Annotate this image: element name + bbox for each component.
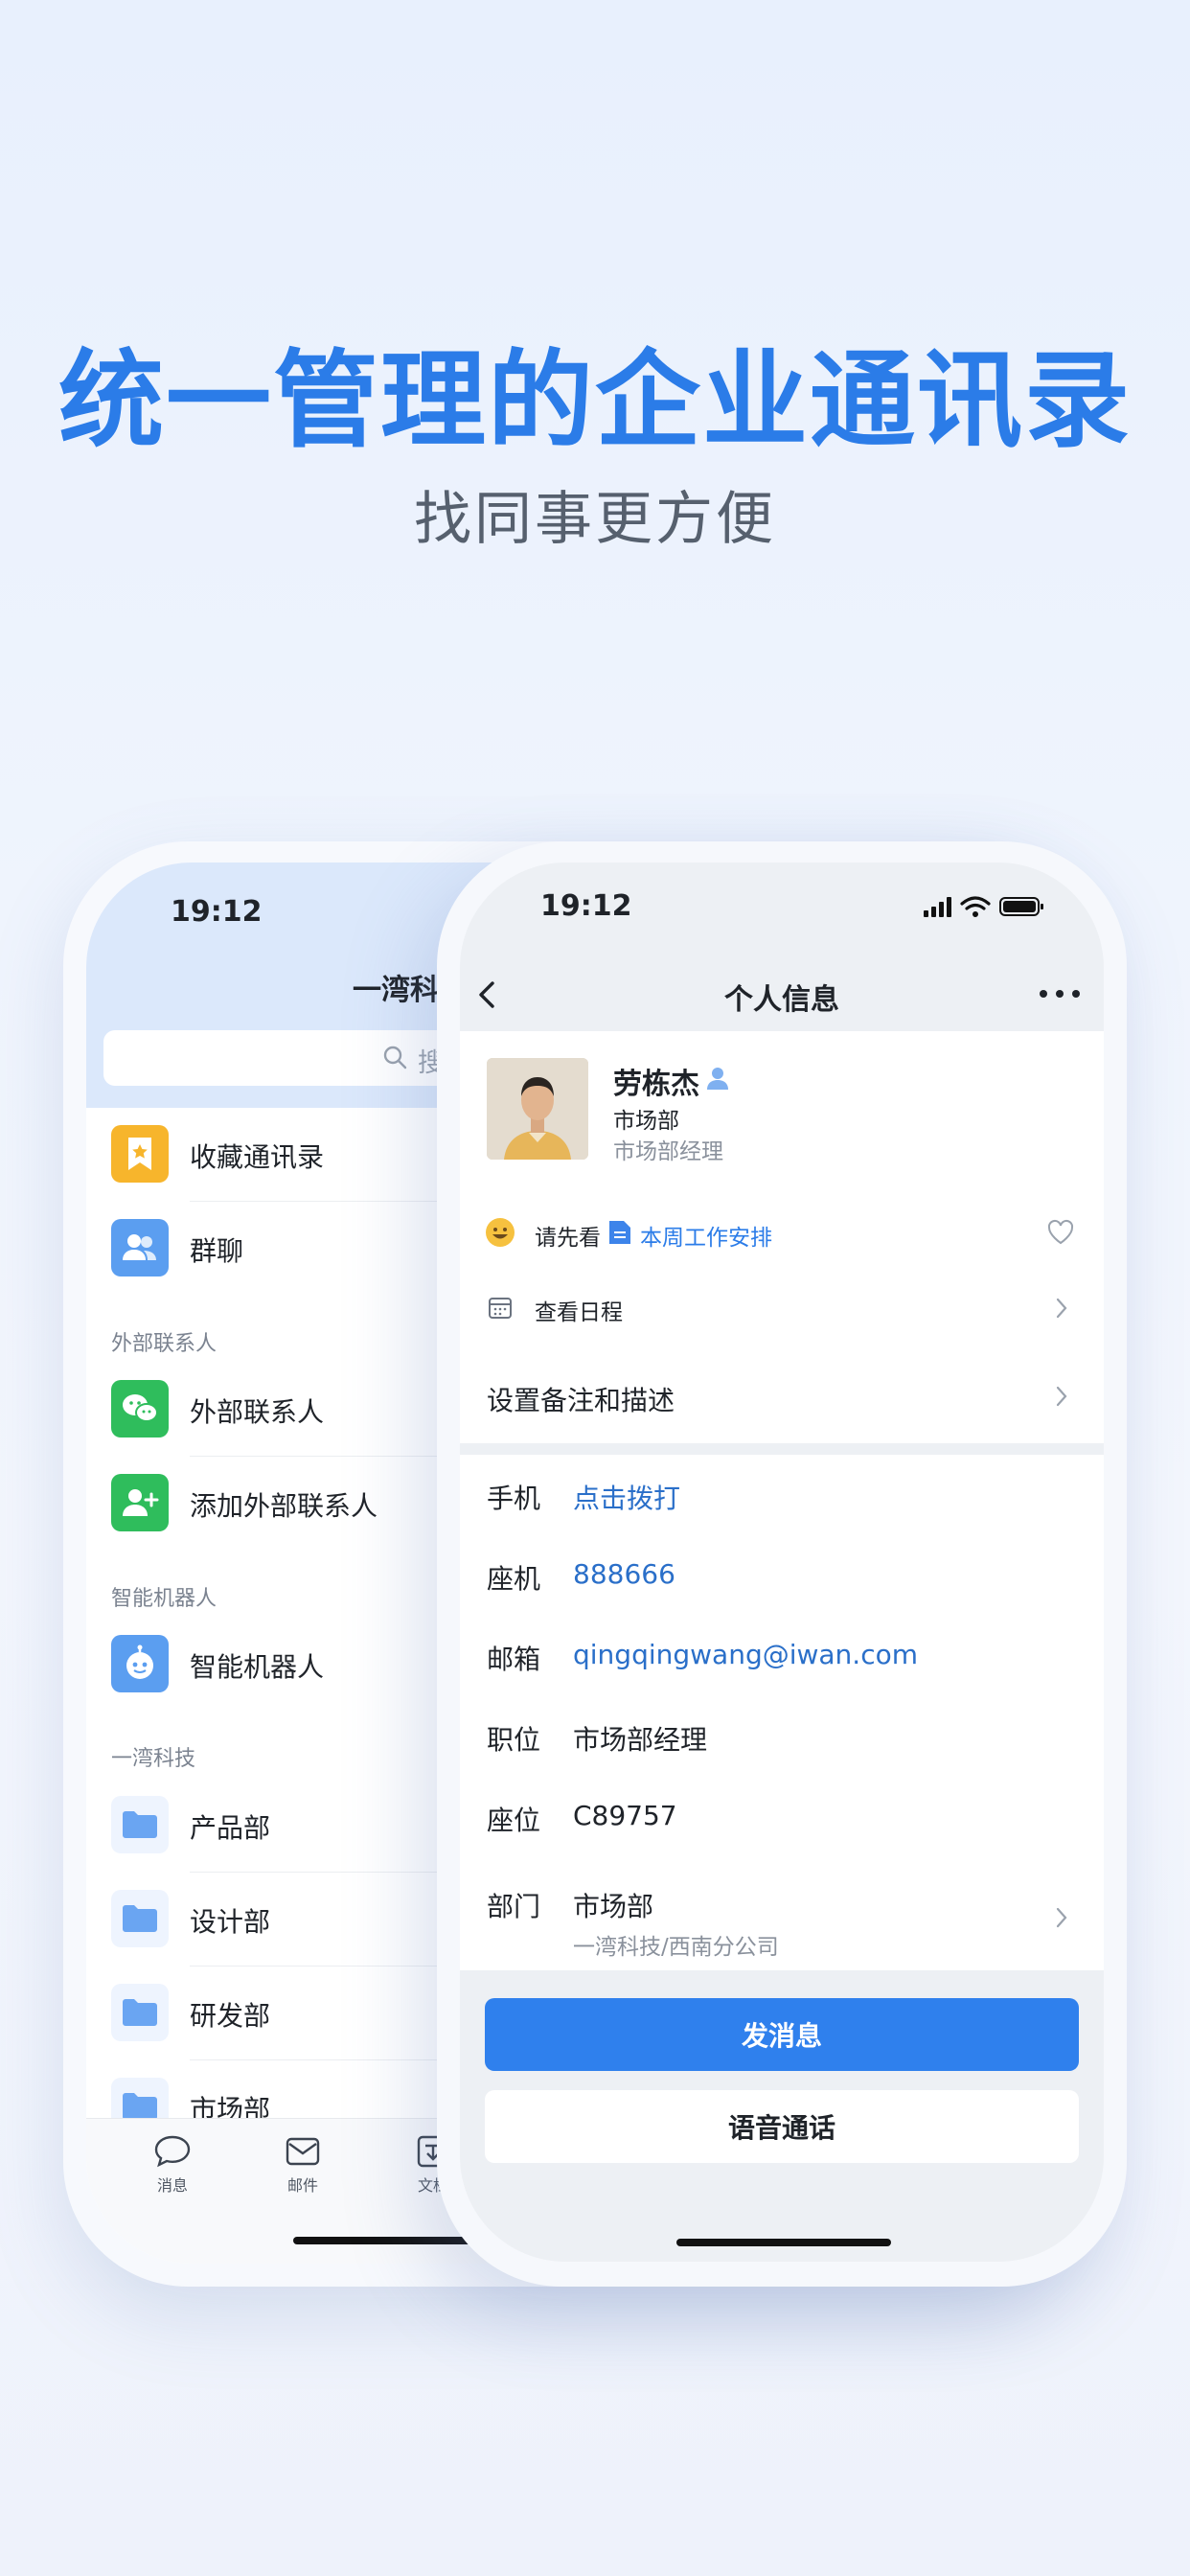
send-message-button[interactable]: 发消息 [485,1998,1079,2071]
landline-link[interactable]: 888666 [573,1558,675,1590]
info-row-seat: 座位 C89757 [460,1777,1104,1857]
home-indicator [676,2239,891,2246]
calendar-icon [489,1298,512,1319]
remark-label: 设置备注和描述 [487,1385,675,1416]
smile-emoji-icon [486,1218,515,1247]
battery-icon [999,897,1043,916]
heart-icon[interactable] [1046,1219,1075,1246]
department-card[interactable]: 部门 市场部 一湾科技/西南分公司 [460,1863,1104,1970]
list-item-label: 收藏通讯录 [190,1141,325,1173]
robot-icon [111,1635,169,1692]
info-key: 职位 [487,1724,541,1756]
status-time: 19:12 [540,889,632,923]
chevron-right-icon [1056,1386,1067,1407]
schedule-row[interactable]: 查看日程 [460,1275,1104,1342]
info-row-position: 职位 市场部经理 [460,1696,1104,1777]
section-label-robots: 智能机器人 [111,1587,217,1611]
status-message-row[interactable]: 请先看 本周工作安排 [460,1202,1104,1269]
department-value: 市场部 [573,1891,654,1922]
mail-icon [286,2137,320,2166]
email-link[interactable]: qingqingwang@iwan.com [573,1639,918,1670]
tab-label: 消息 [156,2176,188,2195]
list-item-label: 群聊 [190,1235,244,1267]
wifi-icon [960,896,991,917]
front-phone-screen: 19:12 个人信息 劳栋杰 市场部 市场部经理 请先看 本周工作安排 查看日程… [460,862,1104,2262]
status-doc-link[interactable]: 本周工作安排 [640,1219,772,1252]
wechat-icon [111,1380,169,1438]
folder-icon [111,1796,169,1853]
schedule-label: 查看日程 [535,1300,623,1325]
info-key: 部门 [487,1891,541,1922]
chevron-right-icon [1056,1298,1067,1319]
message-icon [154,2135,191,2168]
document-icon [609,1221,630,1244]
tab-label: 邮件 [286,2176,318,2195]
org-title: 一湾科 [353,974,439,1007]
list-item-label: 智能机器人 [190,1651,325,1683]
list-item-label: 外部联系人 [190,1396,325,1428]
department-path: 一湾科技/西南分公司 [573,1935,779,1960]
voice-call-button[interactable]: 语音通话 [485,2090,1079,2163]
profile-name: 劳栋杰 [613,1068,699,1101]
info-key: 邮箱 [487,1644,541,1675]
info-row-mobile[interactable]: 手机 点击拨打 [460,1455,1104,1535]
info-key: 座位 [487,1805,541,1836]
status-time: 19:12 [171,895,263,929]
hero-title: 统一管理的企业通讯录 [58,339,1132,462]
more-icon[interactable] [1039,989,1081,999]
list-item-label: 添加外部联系人 [190,1490,378,1522]
section-label-external: 外部联系人 [111,1332,217,1356]
info-key: 座机 [487,1563,541,1595]
remark-row[interactable]: 设置备注和描述 [460,1347,1104,1443]
info-value: C89757 [573,1800,677,1831]
info-key: 手机 [487,1483,541,1514]
call-link[interactable]: 点击拨打 [573,1478,680,1516]
chevron-right-icon [1056,1907,1067,1928]
list-item-label: 研发部 [190,2000,271,2032]
group-chat-icon [111,1219,169,1276]
section-label-org: 一湾科技 [111,1747,196,1771]
add-contact-icon [111,1474,169,1531]
profile-position: 市场部经理 [613,1139,723,1164]
info-card: 手机 点击拨打 座机 888666 邮箱 qingqingwang@iwan.c… [460,1455,1104,1863]
tab-mail[interactable]: 邮件 [264,2134,341,2196]
tab-messages[interactable]: 消息 [134,2134,211,2196]
avatar[interactable] [487,1058,588,1160]
status-icons [924,896,1043,917]
person-badge-icon [707,1068,728,1090]
search-icon [383,1046,407,1070]
info-value: 市场部经理 [573,1724,708,1756]
info-row-landline[interactable]: 座机 888666 [460,1535,1104,1616]
info-row-department[interactable]: 部门 市场部 一湾科技/西南分公司 [460,1863,1104,1960]
list-item-label: 设计部 [190,1906,271,1938]
info-row-email[interactable]: 邮箱 qingqingwang@iwan.com [460,1616,1104,1696]
hero-subtitle: 找同事更方便 [414,486,776,553]
nav-bar: 个人信息 [460,958,1104,1031]
bookmark-star-icon [111,1125,169,1183]
folder-icon [111,1984,169,2041]
page-title: 个人信息 [724,983,839,1017]
status-prefix: 请先看 [535,1226,601,1251]
profile-card: 劳栋杰 市场部 市场部经理 请先看 本周工作安排 查看日程 设置备注和描述 [460,1031,1104,1443]
list-item-label: 产品部 [190,1812,271,1844]
signal-icon [924,897,951,917]
profile-department: 市场部 [613,1109,679,1134]
folder-icon [111,1890,169,1947]
